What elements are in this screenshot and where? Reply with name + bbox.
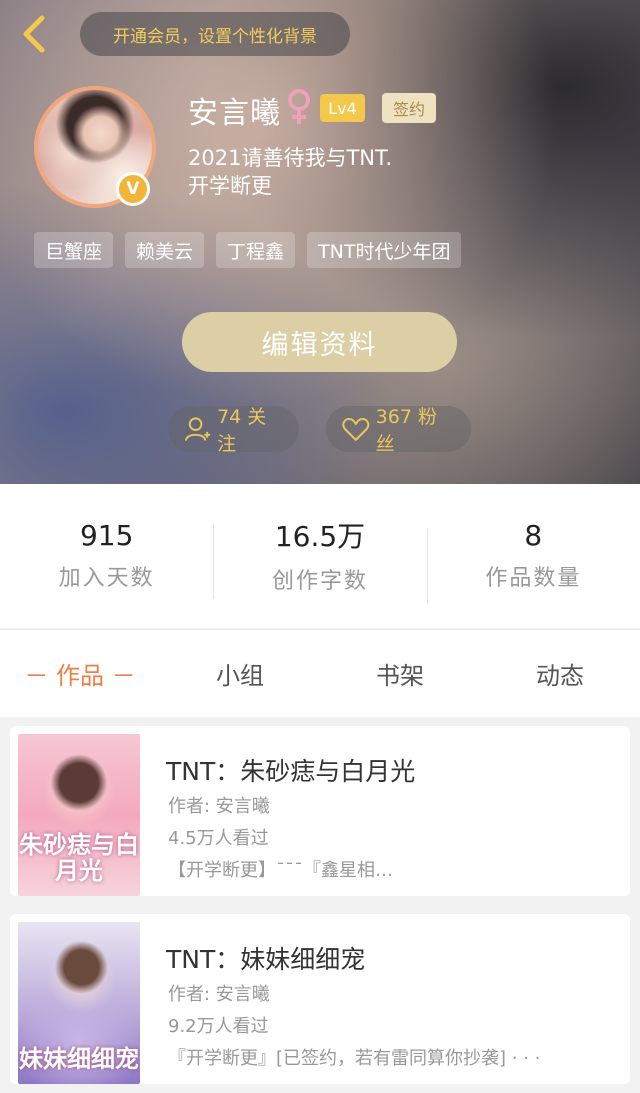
user-plus-icon (184, 417, 211, 441)
female-icon (288, 89, 310, 124)
book-item[interactable]: 朱砂痣与白月光 TNT：朱砂痣与白月光 作者: 安言曦 4.5万人看过 【开学断… (10, 726, 630, 896)
stats-bar: 915 加入天数 16.5万 创作字数 8 作品数量 (0, 484, 640, 628)
tab-activity[interactable]: 动态 (480, 656, 640, 691)
heart-icon (342, 418, 370, 441)
vip-background-prompt[interactable]: 开通会员，设置个性化背景 (80, 12, 350, 56)
book-author: 作者: 安言曦 (168, 796, 270, 817)
level-badge: Lv4 (320, 94, 365, 122)
cover-title: 妹妹细细宠 (19, 1045, 139, 1073)
book-title: TNT：妹妹细细宠 (166, 945, 366, 974)
following-button[interactable]: 74 关注 (168, 406, 299, 455)
stat-label: 加入天数 (58, 565, 155, 591)
book-author: 作者: 安言曦 (168, 984, 270, 1005)
edit-profile-button[interactable]: 编辑资料 (182, 312, 457, 372)
book-description: 『开学断更』[已签约，若有雷同算你抄袭] · · · (168, 1048, 541, 1069)
stat-works: 8 作品数量 (426, 518, 640, 603)
profile-header: 开通会员，设置个性化背景 V 安言曦 Lv4 签约 2021请善待我与TNT. … (0, 0, 640, 484)
book-cover: 妹妹细细宠 (18, 922, 140, 1084)
book-views: 4.5万人看过 (168, 828, 269, 849)
tag-item[interactable]: 巨蟹座 (34, 232, 114, 268)
stat-label: 创作字数 (271, 569, 368, 594)
bio-line: 2021请善待我与TNT. (188, 146, 392, 170)
tab-groups[interactable]: 小组 (160, 656, 320, 691)
username: 安言曦 (188, 96, 281, 131)
stat-days: 915 加入天数 (0, 518, 213, 592)
book-description: 【开学断更】¯¯¯『鑫星相… (168, 860, 393, 881)
stat-value: 915 (79, 518, 134, 552)
stat-words: 16.5万 创作字数 (213, 517, 426, 599)
tag-item[interactable]: 丁程鑫 (216, 232, 296, 268)
cover-title: 朱砂痣与白月光 (19, 831, 139, 885)
bio: 2021请善待我与TNT. 开学断更 (188, 144, 488, 200)
book-title: TNT：朱砂痣与白月光 (166, 757, 416, 786)
tab-works[interactable]: － 作品 － (0, 656, 160, 691)
tag-item[interactable]: 赖美云 (125, 232, 205, 268)
fans-button[interactable]: 367 粉丝 (326, 406, 471, 455)
back-button[interactable] (14, 12, 54, 56)
fans-count: 367 粉丝 (375, 406, 437, 455)
tag-item[interactable]: TNT时代少年团 (307, 232, 462, 268)
stat-label: 作品数量 (485, 565, 582, 591)
book-views: 9.2万人看过 (168, 1016, 269, 1037)
tag-list: 巨蟹座 赖美云 丁程鑫 TNT时代少年团 (34, 232, 462, 268)
tab-bookshelf[interactable]: 书架 (320, 656, 480, 691)
following-count: 74 关注 (217, 406, 267, 455)
profile-tabs: － 作品 － 小组 书架 动态 (0, 629, 640, 717)
verified-badge: V (116, 172, 150, 206)
chevron-left-icon (23, 15, 45, 53)
book-item[interactable]: 妹妹细细宠 TNT：妹妹细细宠 作者: 安言曦 9.2万人看过 『开学断更』[已… (10, 914, 630, 1084)
stat-value: 16.5万 (274, 520, 366, 553)
stat-value: 8 (524, 518, 543, 552)
signed-badge: 签约 (382, 93, 436, 123)
book-cover: 朱砂痣与白月光 (18, 734, 140, 896)
bio-line: 开学断更 (188, 174, 272, 198)
